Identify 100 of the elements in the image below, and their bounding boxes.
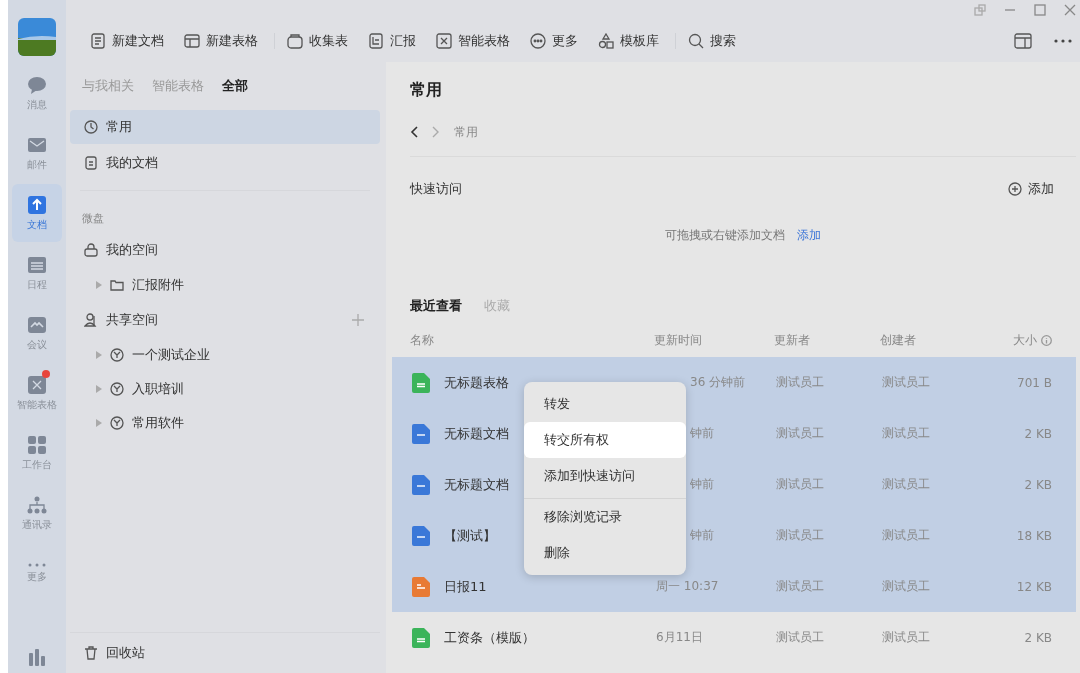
table-cell-text: 测试员工	[776, 476, 825, 493]
table-cell-text: 测试员工	[776, 425, 825, 442]
more-circle-icon	[530, 33, 546, 49]
toolbar-button[interactable]: 智能表格	[428, 28, 518, 54]
table-cell-text: 36 分钟前	[689, 374, 747, 391]
table-cell-text: 周一 10:37	[656, 578, 720, 595]
menu-item[interactable]: 转交所有权	[524, 422, 686, 458]
menu-item[interactable]: 移除浏览记录	[524, 498, 686, 535]
space-label: 共享空间	[106, 311, 158, 329]
plus-icon[interactable]	[352, 314, 364, 326]
table-cell-text: 钟前	[689, 527, 715, 544]
table-cell-text: 测试员工	[882, 578, 931, 595]
list-tab[interactable]: 最近查看	[410, 297, 462, 315]
lock-icon	[84, 243, 98, 257]
breadcrumb: 常用	[454, 123, 478, 141]
column-header: 更新时间	[654, 331, 703, 349]
table-cell-text: 测试员工	[882, 374, 931, 391]
info-icon	[1041, 334, 1052, 346]
tree-item[interactable]: 常用软件	[70, 406, 380, 440]
table-cell-text: 测试员工	[882, 629, 931, 646]
tree-item[interactable]: 汇报附件	[70, 268, 380, 302]
org-icon	[110, 382, 124, 396]
tree-label: 汇报附件	[132, 276, 184, 294]
tree-item[interactable]: 一个测试企业	[70, 338, 380, 372]
table-cell: 2 KB	[1024, 477, 1052, 492]
tree-label: 入职培训	[132, 380, 184, 398]
more-dots-icon	[27, 562, 47, 567]
column-header: 大小	[1013, 331, 1037, 349]
document-icon	[90, 33, 106, 49]
grid-sheet-icon	[27, 374, 47, 395]
pin-window-icon[interactable]	[974, 4, 986, 16]
table-cell-text: 测试员工	[776, 527, 825, 544]
toolbar-button[interactable]: 收集表	[279, 28, 356, 54]
file-name: 无标题文档	[444, 475, 509, 494]
file-icon	[412, 627, 430, 648]
file-name: 日报11	[444, 577, 487, 596]
search-icon	[688, 33, 704, 49]
file-icon	[412, 372, 430, 393]
apps-icon	[27, 434, 47, 455]
column-header: 创建者	[880, 331, 917, 349]
sidebar-item[interactable]: 共享空间	[70, 302, 380, 338]
tree-label: 一个测试企业	[132, 346, 210, 364]
document-icon	[27, 194, 47, 215]
table-icon	[184, 33, 200, 49]
expand-triangle-icon[interactable]	[96, 281, 102, 289]
file-icon	[412, 576, 430, 597]
table-cell-text: 测试员工	[776, 629, 825, 646]
sidebar-item[interactable]: 我的文档	[70, 146, 380, 180]
maximize-icon[interactable]	[1034, 4, 1046, 16]
add-link[interactable]: 添加	[797, 226, 821, 244]
sidebar-item[interactable]: 我的空间	[70, 232, 380, 268]
table-cell: 2 KB	[1024, 426, 1052, 441]
file-name: 无标题文档	[444, 424, 509, 443]
sidebar-tab[interactable]: 全部	[222, 77, 248, 95]
toolbar-button[interactable]: 汇报	[360, 28, 424, 54]
file-row[interactable]: 工资条（模版） 6月11日 测试员工 测试员工 2 KB	[392, 612, 1076, 663]
expand-triangle-icon[interactable]	[96, 351, 102, 359]
column-header: 名称	[410, 331, 435, 349]
trash-icon	[84, 646, 98, 660]
table-cell: 12 KB	[1016, 579, 1052, 594]
file-name: 【测试】	[444, 526, 496, 545]
menu-item[interactable]: 添加到快速访问	[524, 458, 686, 494]
column-header: 更新者	[774, 331, 811, 349]
section-label: 微盘	[81, 211, 105, 227]
layout-icon[interactable]	[1014, 33, 1032, 49]
shapes-icon	[598, 33, 614, 49]
table-cell-text: 6月11日	[656, 629, 704, 646]
file-name: 工资条（模版）	[444, 628, 535, 647]
toolbar-button[interactable]: 更多	[522, 28, 586, 54]
sidebar-item[interactable]: 常用	[70, 110, 380, 144]
file-icon	[412, 525, 430, 546]
table-cell-text: 测试员工	[776, 578, 825, 595]
tree-label: 常用软件	[132, 414, 184, 432]
space-label: 我的空间	[106, 241, 158, 259]
table-cell-text: 测试员工	[776, 374, 825, 391]
file-row[interactable]: 日报11 周一 10:37 测试员工 测试员工 12 KB	[392, 561, 1076, 612]
people-icon	[84, 313, 98, 327]
more-dots-icon[interactable]	[1054, 39, 1072, 43]
table-cell: 18 KB	[1016, 528, 1052, 543]
tree-item[interactable]: 入职培训	[70, 372, 380, 406]
table-cell: 2 KB	[1024, 630, 1052, 645]
bars-icon[interactable]	[27, 647, 47, 667]
page-title: 常用	[410, 78, 443, 101]
expand-triangle-icon[interactable]	[96, 419, 102, 427]
section-title: 快速访问	[410, 180, 462, 198]
toolbar-button[interactable]: 模板库	[590, 28, 667, 54]
table-cell-text: 测试员工	[882, 425, 931, 442]
report-icon	[368, 33, 384, 49]
folder-icon	[110, 278, 124, 292]
toolbar-button[interactable]: 新建表格	[176, 28, 266, 54]
recycle-bin-item[interactable]: 回收站	[70, 632, 380, 673]
plus-circle-icon	[1008, 182, 1022, 196]
expand-triangle-icon[interactable]	[96, 385, 102, 393]
toolbar-button[interactable]: 搜索	[680, 28, 744, 54]
toolbar-button[interactable]: 新建文档	[82, 28, 172, 54]
close-icon[interactable]	[1064, 4, 1076, 16]
file-name: 无标题表格	[444, 373, 509, 392]
add-button[interactable]: 添加	[1008, 180, 1054, 198]
empty-hint: 可拖拽或右键添加文档	[665, 226, 785, 244]
calendar-icon	[27, 254, 47, 275]
